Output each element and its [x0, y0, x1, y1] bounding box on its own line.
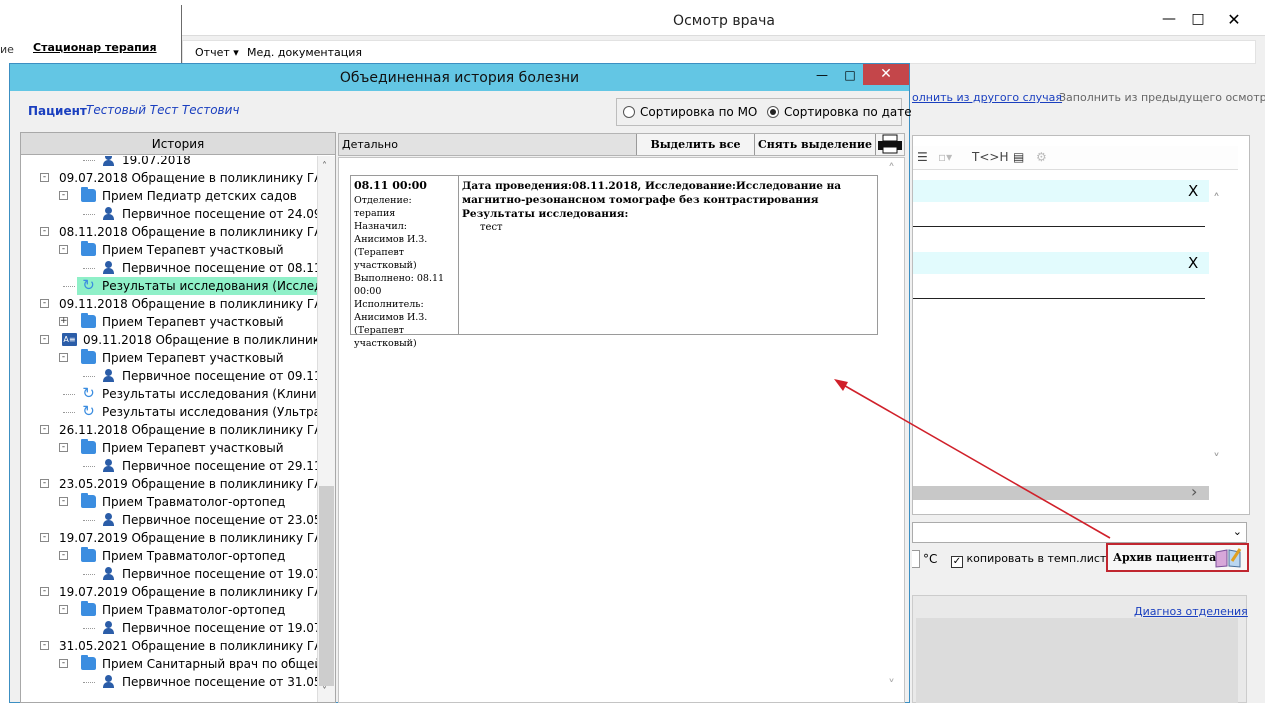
annotation-arrow: [834, 379, 1111, 539]
screen: ие Стационар терапия Осмотр врача — □ ✕ …: [0, 0, 1265, 703]
